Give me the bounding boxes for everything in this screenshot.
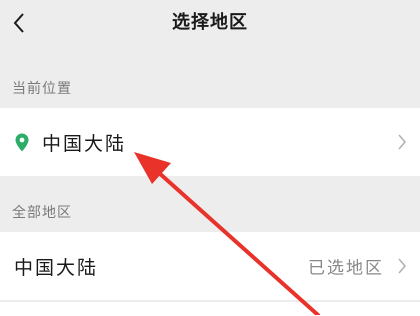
- region-row-mainland[interactable]: 中国大陆 已选地区: [0, 232, 420, 300]
- navigation-bar: 选择地区: [0, 0, 420, 46]
- region-row-next[interactable]: [0, 302, 420, 316]
- location-pin-icon: [14, 132, 30, 152]
- region-label: 中国大陆: [14, 256, 99, 279]
- page-title: 选择地区: [172, 12, 248, 33]
- section-header-all-regions: 全部地区: [12, 205, 72, 221]
- section-header-current-location: 当前位置: [12, 81, 72, 97]
- chevron-right-icon: [398, 258, 407, 274]
- chevron-right-icon: [398, 134, 407, 150]
- current-location-row[interactable]: 中国大陆: [0, 108, 420, 176]
- current-location-label: 中国大陆: [42, 132, 127, 155]
- selected-status-label: 已选地区: [308, 258, 384, 279]
